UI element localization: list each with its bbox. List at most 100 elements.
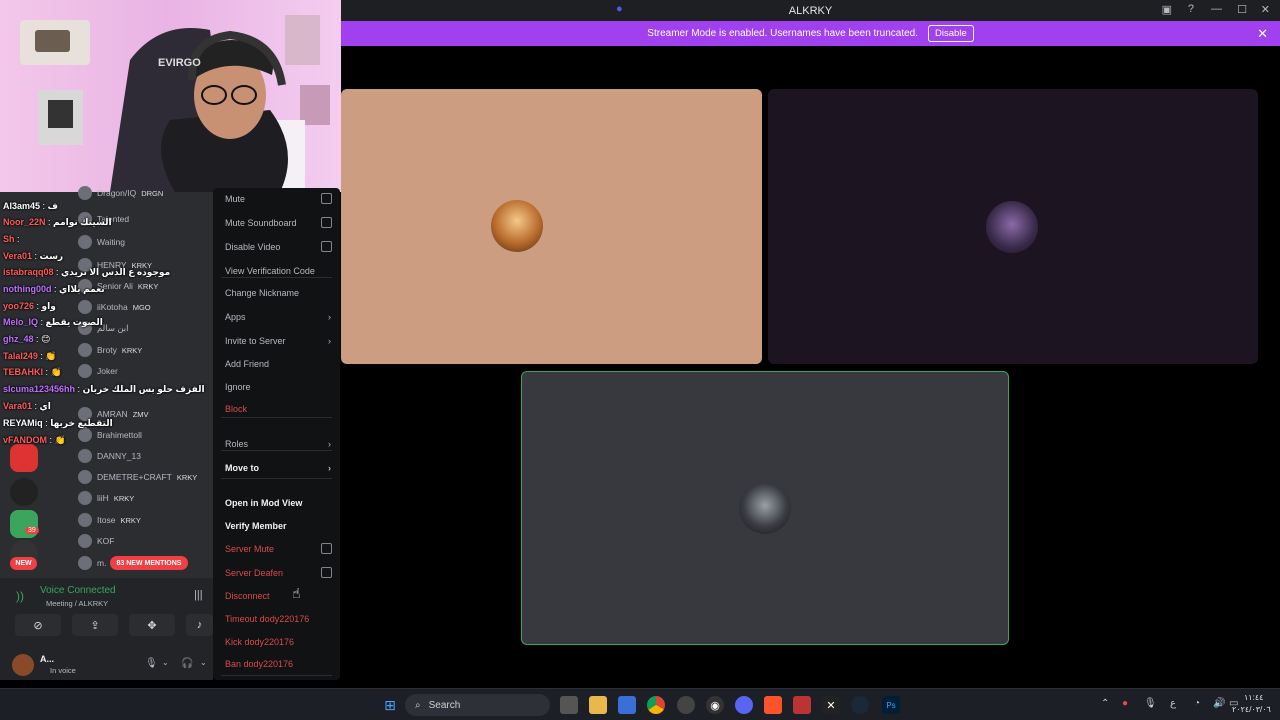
photoshop-icon[interactable]: Ps [882,696,900,714]
noise-suppression-icon[interactable]: ||| [194,589,203,601]
menu-item-label: Apps [225,312,246,322]
avatar [986,201,1038,253]
checkbox-icon[interactable] [321,543,332,554]
menu-item[interactable]: Server Mute [225,543,333,554]
app-icon[interactable] [677,696,695,714]
menu-item[interactable]: Disable Video [225,241,333,252]
clock-time[interactable]: ١١:٤٤ [1244,693,1263,702]
member-list-item[interactable]: m. [78,556,106,570]
activities-icon[interactable]: ✥ [129,614,175,636]
new-mentions-pill[interactable]: 83 NEW MENTIONS [110,556,188,570]
inbox-icon[interactable]: ▣ [1162,3,1172,16]
member-avatar [78,534,92,548]
menu-divider [221,277,332,278]
microphone-icon[interactable]: 🎙 [145,658,158,669]
menu-item-label: Kick dody220176 [225,637,295,647]
menu-item[interactable]: Roles › [225,439,333,449]
menu-item-label: View Verification Code [225,266,315,276]
checkbox-icon[interactable] [321,217,332,228]
chevron-down-icon[interactable]: ⌄ [162,658,169,667]
menu-item-label: Change Nickname [225,288,300,298]
menu-item[interactable]: Move to › [225,463,333,473]
chat-username: istabraqq08 [3,267,54,277]
member-name: DEMETRE+CRAFT [97,472,172,482]
obs-icon[interactable]: ◉ [706,696,724,714]
chevron-up-icon[interactable]: ⌃ [1101,698,1109,709]
menu-item[interactable]: Mute [225,193,333,204]
headphones-icon[interactable]: 🎧 [181,658,193,669]
member-list-item[interactable]: DANNY_13 [78,449,141,463]
user-context-menu: Mute Mute Soundboard Disable Video View Ver… [213,188,340,680]
menu-item-label: Disconnect [225,591,270,601]
menu-item[interactable]: Server Deafen [225,567,333,578]
checkbox-icon[interactable] [321,567,332,578]
chat-message: Sh : [3,234,20,244]
camera-off-icon[interactable]: ⊘ [15,614,61,636]
chat-message: slcuma123456hh : الفزف حلو بس الملك خربا… [3,384,205,395]
soundboard-icon[interactable]: ♪ [186,614,213,636]
chevron-down-icon[interactable]: ⌄ [200,658,207,667]
menu-item[interactable]: Verify Member [225,521,333,531]
menu-item[interactable]: Ignore [225,382,333,392]
capcut-icon[interactable]: ✕ [822,696,840,714]
video-tile-2[interactable] [768,89,1258,364]
checkbox-icon[interactable] [321,241,332,252]
user-avatar[interactable] [12,654,34,676]
chat-separator: : [75,384,83,394]
close-window-icon[interactable]: ✕ [1261,3,1270,16]
clock-date[interactable]: ٢٠٢٤/٠٣/٠٦ [1232,705,1271,714]
member-avatar [78,513,92,527]
windows-start-icon[interactable]: ⊞ [381,696,399,714]
menu-item[interactable]: View Verification Code [225,266,333,276]
language-indicator[interactable]: ع [1170,698,1176,709]
menu-item[interactable]: Block [225,404,333,414]
store-icon[interactable] [618,696,636,714]
close-banner-icon[interactable]: ✕ [1257,26,1268,42]
steam-icon[interactable] [851,696,869,714]
menu-item[interactable]: Open in Mod View [225,498,333,508]
maximize-icon[interactable]: ☐ [1237,3,1247,16]
streamer-mode-banner: Streamer Mode is enabled. Usernames have… [341,21,1280,46]
chevron-right-icon: › [328,463,331,473]
chat-text: 👏 [45,351,57,361]
wifi-icon[interactable]: ◔ [1194,698,1200,709]
disable-button[interactable]: Disable [928,25,974,42]
member-list-item[interactable]: DEMETRE+CRAFT KRKY [78,470,197,484]
voice-channel[interactable]: Meeting / ALKRKY [46,599,108,608]
chat-username: Talal249 [3,351,38,361]
chat-text: رست [39,251,64,261]
taskbar-search[interactable]: ⌕ Search [405,694,550,716]
menu-item[interactable]: Disconnect [225,591,333,601]
brave-icon[interactable] [764,696,782,714]
tray-app-icon[interactable]: ● [1122,698,1128,709]
task-view-icon[interactable] [560,696,578,714]
menu-item[interactable]: Timeout dody220176 [225,614,333,624]
app-icon[interactable] [793,696,811,714]
new-badge[interactable]: NEW [10,557,37,570]
video-tile-speaking[interactable] [521,371,1009,645]
chrome-icon[interactable] [647,696,665,714]
checkbox-icon[interactable] [321,193,332,204]
member-list-item[interactable]: liiH KRKY [78,491,134,505]
video-tile-1[interactable] [341,89,762,364]
menu-item[interactable]: Ban dody220176 [225,659,333,669]
signal-icon[interactable]: )) [16,589,24,603]
member-list-item[interactable]: KOF [78,534,114,548]
menu-item[interactable]: Kick dody220176 [225,637,333,647]
chat-separator: : [45,217,54,227]
member-list-item[interactable]: Itose KRKY [78,513,141,527]
microphone-icon[interactable]: 🎙 [1144,698,1157,709]
chat-message: ghz_48 : 😊 [3,334,50,345]
menu-item[interactable]: Add Friend [225,359,333,369]
discord-icon[interactable] [735,696,753,714]
volume-icon[interactable]: 🔊 [1213,698,1225,709]
menu-item[interactable]: Mute Soundboard [225,217,333,228]
file-explorer-icon[interactable] [589,696,607,714]
menu-item[interactable]: Apps › [225,312,333,322]
screen-share-icon[interactable]: ⇪ [72,614,118,636]
menu-divider [221,450,332,451]
menu-item[interactable]: Change Nickname [225,288,333,298]
help-icon[interactable]: ? [1188,3,1194,15]
menu-item[interactable]: Invite to Server › [225,336,333,346]
minimize-icon[interactable]: — [1211,3,1222,15]
